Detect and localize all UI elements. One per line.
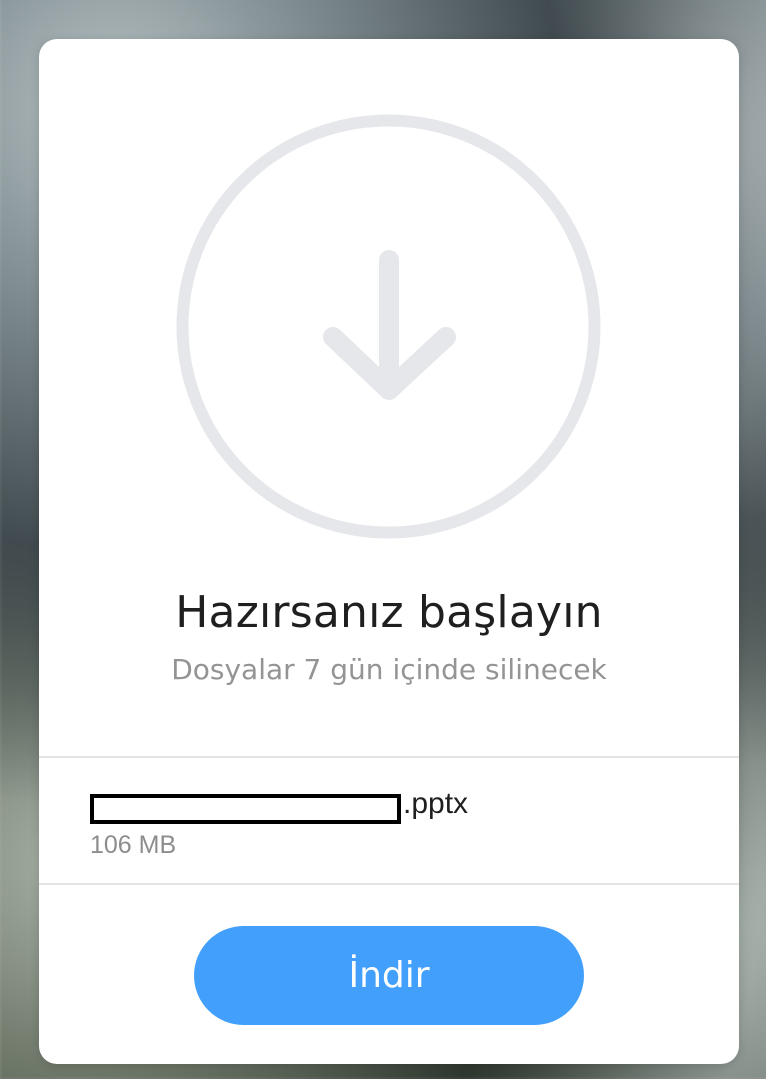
file-name: .pptx: [90, 784, 699, 824]
file-size: 106 MB: [90, 831, 177, 859]
download-button[interactable]: İndir: [194, 926, 584, 1025]
redacted-filename-box: [90, 794, 401, 824]
file-info: .pptx 106 MB: [90, 784, 699, 860]
download-card: Hazırsanız başlayın Dosyalar 7 gün içind…: [39, 39, 739, 1064]
download-arrow-icon: [176, 114, 601, 539]
page-title: Hazırsanız başlayın: [175, 587, 603, 638]
expiry-notice: Dosyalar 7 gün içinde silinecek: [171, 653, 607, 686]
divider: [39, 883, 739, 885]
file-extension: .pptx: [403, 787, 469, 820]
divider: [39, 756, 739, 758]
